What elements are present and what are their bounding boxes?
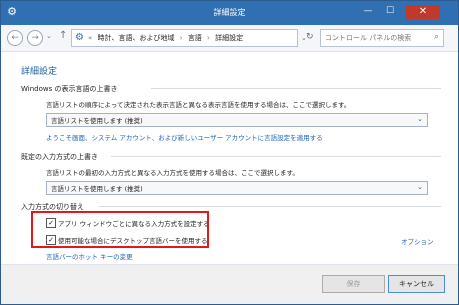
recent-locations-button[interactable]: ⌄ <box>46 32 52 40</box>
breadcrumb: « 時計、言語、および地域 › 言語 › 詳細設定 <box>88 33 246 43</box>
breadcrumb-item-language[interactable]: 言語 <box>188 34 202 42</box>
input-method-section-title: 既定の入力方式の上書き <box>21 153 98 161</box>
display-language-description: 言語リストの順序によって決定された表示言語と異なる表示言語を使用する場合は、ここ… <box>46 101 351 109</box>
maximize-button[interactable]: ☐ <box>381 5 399 18</box>
section-divider <box>151 88 441 89</box>
apply-language-settings-link[interactable]: ようこそ画面、システム アカウント、および新しいユーザー アカウントに言語設定を… <box>46 132 323 142</box>
chevron-down-icon: ⌄ <box>417 115 423 123</box>
breadcrumb-item-advanced[interactable]: 詳細設定 <box>215 34 243 42</box>
breadcrumb-overflow[interactable]: « <box>88 34 92 42</box>
search-box[interactable]: ⌕ <box>320 29 444 47</box>
search-icon[interactable]: ⌕ <box>434 32 439 42</box>
refresh-icon[interactable]: ↻ <box>306 32 314 42</box>
search-input[interactable] <box>325 32 425 43</box>
breadcrumb-separator: › <box>207 34 210 42</box>
display-language-section-title: Windows の表示言語の上書き <box>21 85 118 93</box>
save-button[interactable]: 保存 <box>322 275 385 293</box>
navigation-bar: ← → ⌄ ↑ ⚙ « 時計、言語、および地域 › 言語 › 詳細設定 ⌄ ↻ … <box>1 25 458 52</box>
cancel-button[interactable]: キャンセル <box>388 275 445 293</box>
address-bar[interactable]: ⚙ « 時計、言語、および地域 › 言語 › 詳細設定 ⌄ <box>71 29 307 47</box>
section-divider <box>111 156 441 157</box>
breadcrumb-item-clock-region[interactable]: 時計、言語、および地域 <box>98 34 175 42</box>
chevron-down-icon: ⌄ <box>417 183 423 191</box>
options-link[interactable]: オプション <box>401 236 434 246</box>
display-language-select-value: 言語リストを使用します (推奨) <box>51 117 143 125</box>
minimize-button[interactable]: — <box>359 5 377 18</box>
input-method-select[interactable]: 言語リストを使用します (推奨) ⌄ <box>46 181 428 195</box>
hotkey-change-link[interactable]: 言語バーのホット キーの変更 <box>46 251 133 261</box>
highlight-box <box>31 211 209 248</box>
input-method-description: 言語リストの最初の入力方式と異なる入力方式を使用する場合は、ここで選択します。 <box>46 169 299 177</box>
breadcrumb-separator: › <box>179 34 183 42</box>
display-language-select[interactable]: 言語リストを使用します (推奨) ⌄ <box>46 113 428 127</box>
section-divider <box>99 206 441 207</box>
input-method-select-value: 言語リストを使用します (推奨) <box>51 185 143 193</box>
footer-bar: 保存 キャンセル <box>1 264 458 304</box>
window: ⚙ 詳細設定 — ☐ ✕ ← → ⌄ ↑ ⚙ « 時計、言語、および地域 › 言… <box>0 0 459 305</box>
forward-button[interactable]: → <box>27 30 43 46</box>
page-title: 詳細設定 <box>21 67 58 77</box>
back-button[interactable]: ← <box>7 30 23 46</box>
title-bar: ⚙ 詳細設定 — ☐ ✕ <box>1 1 458 25</box>
close-button[interactable]: ✕ <box>406 5 440 19</box>
control-panel-icon: ⚙ <box>75 32 84 43</box>
up-button[interactable]: ↑ <box>59 30 67 41</box>
